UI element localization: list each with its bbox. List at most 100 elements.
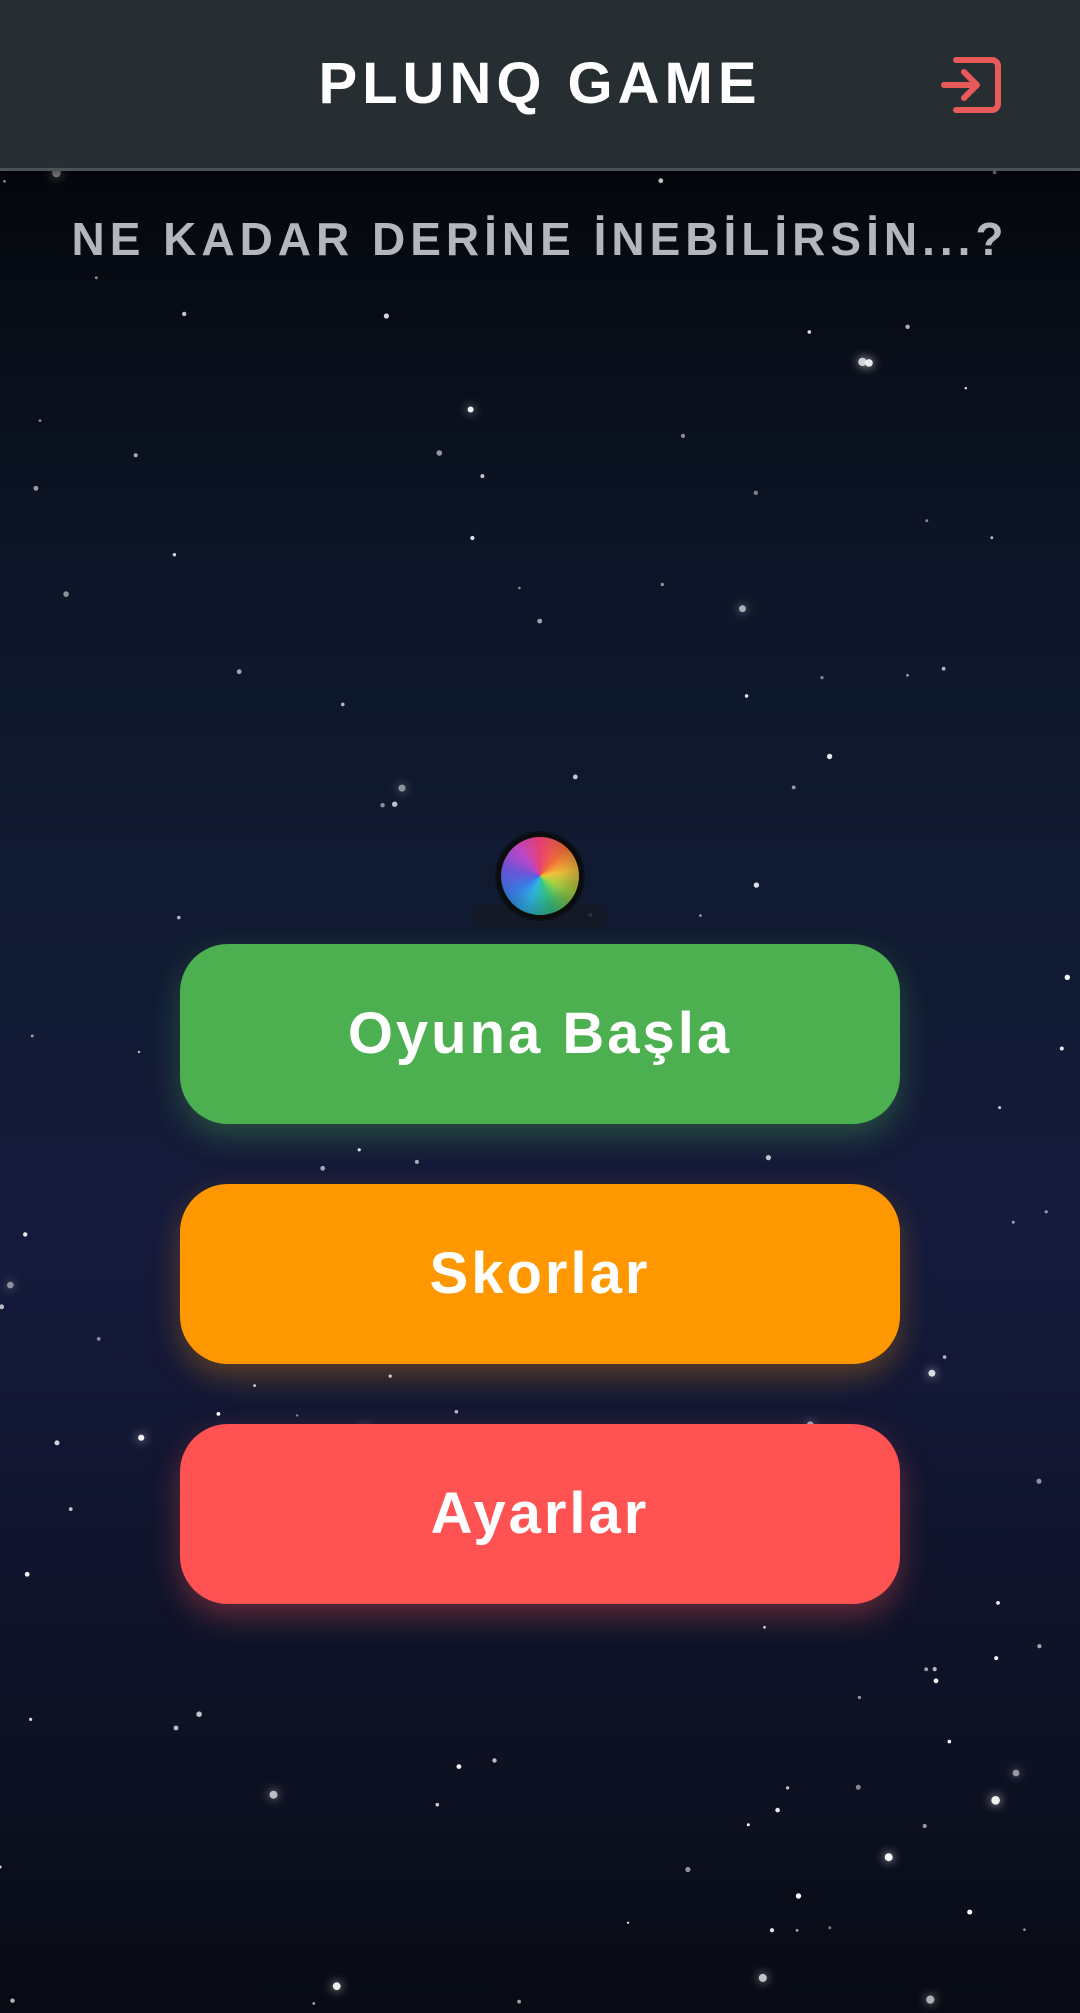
star [296, 1414, 299, 1417]
star [928, 1369, 936, 1377]
star [3, 180, 6, 183]
star [572, 774, 578, 780]
star [942, 1355, 947, 1359]
star [380, 803, 385, 808]
star [791, 785, 796, 790]
star [236, 669, 242, 675]
star [758, 1973, 767, 1982]
star [795, 1928, 799, 1932]
star [470, 535, 475, 541]
star [905, 324, 910, 329]
star [753, 882, 760, 888]
star [23, 1232, 28, 1237]
star [769, 1928, 775, 1933]
star [133, 453, 138, 458]
star [746, 1823, 750, 1827]
star [33, 485, 39, 491]
star [884, 1853, 893, 1862]
star [998, 1106, 1002, 1110]
logout-button[interactable] [936, 50, 1006, 120]
star [857, 1695, 862, 1700]
logout-icon [941, 57, 1001, 113]
star [96, 1337, 101, 1341]
star [775, 1807, 780, 1813]
star [392, 801, 398, 807]
star [312, 2002, 316, 2005]
star [456, 1764, 462, 1769]
star [138, 1434, 145, 1441]
star [537, 618, 543, 624]
star [68, 1507, 73, 1511]
star [63, 591, 69, 597]
star [38, 419, 42, 422]
star [947, 1739, 952, 1744]
star [320, 1165, 326, 1171]
star [1012, 1769, 1020, 1777]
star [992, 170, 997, 175]
star [1011, 1220, 1015, 1224]
star [383, 313, 389, 319]
star [699, 914, 702, 917]
star [29, 1717, 33, 1721]
star [924, 1667, 929, 1672]
star [744, 694, 749, 698]
star [795, 1893, 802, 1899]
star [1037, 1644, 1042, 1649]
star [94, 276, 98, 280]
star [173, 1725, 179, 1731]
star [0, 1865, 2, 1869]
rainbow-ball-icon [497, 833, 583, 919]
star [680, 433, 686, 438]
star [0, 1304, 5, 1310]
star [1059, 1046, 1064, 1051]
star [660, 582, 664, 587]
star [253, 1384, 256, 1387]
star [435, 1802, 440, 1807]
star [467, 406, 474, 413]
app-title: PLUNQ GAME [318, 51, 762, 116]
star [10, 1998, 15, 2003]
star [480, 474, 485, 479]
settings-button[interactable]: Ayarlar [180, 1424, 900, 1604]
star [518, 586, 521, 590]
star [763, 1625, 766, 1629]
scores-button[interactable]: Skorlar [180, 1184, 900, 1364]
star [996, 1601, 1000, 1605]
star [765, 1155, 772, 1161]
star [932, 1667, 937, 1672]
star [865, 359, 873, 367]
star [24, 1571, 30, 1577]
star [685, 1866, 691, 1873]
star [941, 666, 946, 671]
star [54, 1440, 60, 1446]
star [1023, 1928, 1026, 1931]
star [967, 1909, 973, 1915]
star [196, 1711, 202, 1717]
star [926, 1995, 935, 2004]
star [855, 1784, 861, 1790]
star [454, 1409, 459, 1414]
star [332, 1982, 341, 1991]
star [172, 553, 177, 557]
star [994, 1656, 999, 1661]
star [933, 1678, 939, 1684]
start-game-button[interactable]: Oyuna Başla [180, 944, 900, 1124]
star [341, 702, 345, 707]
star [398, 784, 406, 792]
star [925, 519, 929, 523]
star [922, 1823, 927, 1829]
star [216, 1412, 221, 1416]
star [739, 605, 746, 613]
star [414, 1159, 419, 1164]
star [626, 1921, 630, 1925]
star [182, 311, 187, 317]
star [991, 1796, 1000, 1805]
star [1064, 974, 1071, 980]
top-app-bar: PLUNQ GAME [0, 0, 1080, 171]
star [786, 1786, 790, 1790]
star [1036, 1478, 1042, 1484]
star [826, 753, 833, 760]
star [906, 673, 909, 677]
tagline: NE KADAR DERİNE İNEBİLİRSİN...? [71, 213, 1009, 265]
star [828, 1926, 832, 1930]
